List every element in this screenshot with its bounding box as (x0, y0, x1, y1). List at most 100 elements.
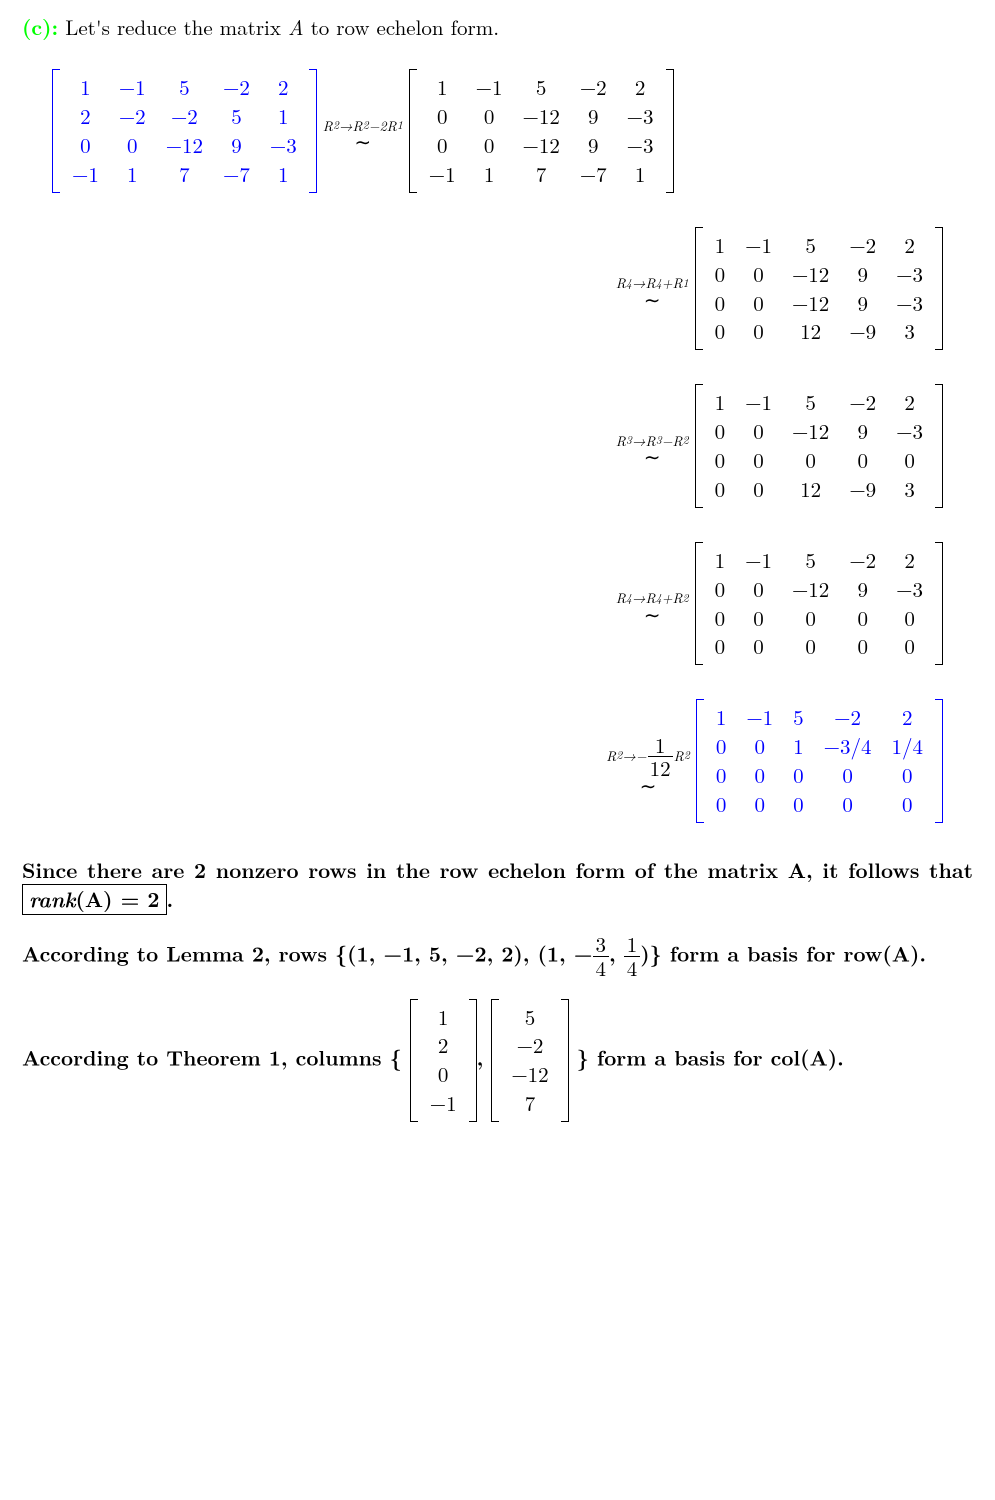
matrix-cell: 0 (706, 732, 737, 761)
intro-text-2: to row echelon form. (304, 12, 500, 42)
matrix-cell: 2 (617, 73, 664, 102)
matrix-cell: 2 (62, 102, 109, 131)
matrix-cell: 12 (782, 317, 839, 346)
matrix-cell: 1 (783, 732, 814, 761)
matrix-cell: −3 (886, 260, 933, 289)
matrix-cell: 2 (420, 1031, 467, 1060)
row-op-0: R2→R2−2R1 ∼ (323, 117, 403, 145)
step-row-3: R4→R4+R2 ∼ 1−15−2200−129−30000000000 (22, 542, 973, 666)
matrix-cell: −2 (570, 73, 617, 102)
matrix-cell: −12 (782, 260, 839, 289)
matrix-cell: 9 (570, 131, 617, 160)
matrix-cell: −2 (213, 73, 260, 102)
matrix-cell: −3 (886, 417, 933, 446)
matrix-cell: 5 (501, 1003, 558, 1032)
matrix-cell: −12 (782, 417, 839, 446)
matrix-cell: 5 (782, 388, 839, 417)
matrix-cell: −2 (814, 703, 882, 732)
matrix-cell: 1 (62, 73, 109, 102)
matrix-cell: 0 (466, 131, 513, 160)
part-label: (c): (22, 12, 58, 42)
matrix-cell: −2 (839, 546, 886, 575)
matrix-cell: 9 (213, 131, 260, 160)
matrix-cell: −3 (886, 575, 933, 604)
matrix-cell: 1 (466, 160, 513, 189)
matrix-cell: −2 (156, 102, 213, 131)
matrix-cell: 7 (512, 160, 569, 189)
matrix-cell: 1 (706, 703, 737, 732)
matrix-cell: 2 (886, 388, 933, 417)
matrix-cell: 0 (706, 790, 737, 819)
matrix-cell: 5 (213, 102, 260, 131)
matrix-cell: 0 (783, 761, 814, 790)
matrix-cell: 0 (782, 604, 839, 633)
matrix-cell: 0 (705, 475, 736, 504)
matrix-cell: −7 (213, 160, 260, 189)
matrix-cell: 0 (420, 1060, 467, 1089)
matrix-cell: 0 (882, 790, 934, 819)
conclusion-rank: Since there are 2 nonzero rows in the ro… (22, 857, 973, 916)
matrix-cell: 9 (570, 102, 617, 131)
matrix-cell: 0 (886, 632, 933, 661)
matrix-cell: 1 (420, 1003, 467, 1032)
matrix-cell: 5 (512, 73, 569, 102)
matrix-cell: 1 (705, 388, 736, 417)
matrix-cell: 9 (839, 260, 886, 289)
matrix-cell: 0 (735, 317, 782, 346)
matrix-cell: 0 (839, 604, 886, 633)
matrix-cell: 0 (109, 131, 156, 160)
matrix-cell: −2 (501, 1031, 558, 1060)
matrix-cell: −12 (501, 1060, 558, 1089)
matrix-cell: −1 (736, 703, 783, 732)
matrix-cell: 0 (886, 604, 933, 633)
matrix-cell: 0 (882, 761, 934, 790)
matrix-cell: 0 (705, 575, 736, 604)
matrix-cell: 9 (839, 289, 886, 318)
matrix-cell: 2 (886, 231, 933, 260)
matrix-cell: −2 (109, 102, 156, 131)
matrix-cell: 1 (260, 160, 307, 189)
matrix-cell: 12 (782, 475, 839, 504)
matrix-cell: −1 (62, 160, 109, 189)
matrix-cell: −2 (839, 231, 886, 260)
matrix-cell: −1 (735, 546, 782, 575)
row-op-3: R4→R4+R2 ∼ (616, 589, 689, 617)
matrix-cell: 0 (735, 575, 782, 604)
matrix-cell: 5 (782, 546, 839, 575)
col-vector-2: 5−2−127 (491, 999, 568, 1123)
matrix-cell: 7 (156, 160, 213, 189)
matrix-cell: 0 (886, 446, 933, 475)
intro-text-1: Let's reduce the matrix (65, 12, 288, 42)
matrix-cell: −9 (839, 475, 886, 504)
matrix-cell: 5 (156, 73, 213, 102)
matrix-cell: 0 (736, 790, 783, 819)
matrix-cell: −9 (839, 317, 886, 346)
matrix-cell: 9 (839, 575, 886, 604)
matrix-cell: −7 (570, 160, 617, 189)
matrix-cell: 0 (466, 102, 513, 131)
matrix-cell: −12 (782, 289, 839, 318)
matrix-cell: 7 (501, 1089, 558, 1118)
matrix-cell: −3 (260, 131, 307, 160)
matrix-cell: 5 (782, 231, 839, 260)
row-op-final: R2→−112R2 ∼ (606, 734, 690, 789)
matrix-step-2: 1−15−2200−129−3000000012−93 (695, 384, 943, 508)
matrix-cell: 3 (886, 317, 933, 346)
matrix-cell: −1 (109, 73, 156, 102)
matrix-cell: 0 (735, 632, 782, 661)
matrix-cell: 0 (735, 289, 782, 318)
conclusion-row-basis: According to Lemma 2, rows {(1, −1, 5, −… (22, 933, 973, 980)
matrix-cell: 2 (882, 703, 934, 732)
matrix-cell: 0 (419, 102, 466, 131)
matrix-cell: 1 (617, 160, 664, 189)
matrix-cell: 2 (260, 73, 307, 102)
matrix-cell: 0 (783, 790, 814, 819)
matrix-cell: 0 (735, 417, 782, 446)
matrix-cell: 0 (705, 289, 736, 318)
matrix-cell: 1 (705, 546, 736, 575)
intro-var: A (288, 12, 304, 42)
matrix-cell: −2 (839, 388, 886, 417)
matrix-cell: 9 (839, 417, 886, 446)
matrix-cell: 0 (736, 732, 783, 761)
matrix-cell: 0 (735, 446, 782, 475)
